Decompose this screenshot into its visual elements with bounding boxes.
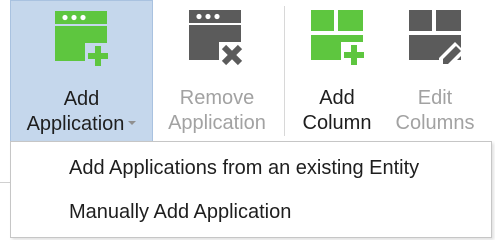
add-column-label-line2: Column <box>302 112 372 134</box>
app-ribbon-window: Add Application Remove Application Add C… <box>0 0 495 240</box>
add-application-label-line2: Application <box>11 112 152 136</box>
remove-application-label-line1: Remove <box>179 87 255 109</box>
remove-application-icon <box>189 10 245 68</box>
dropdown-caret-icon[interactable] <box>128 121 137 126</box>
menu-item-add-from-entity[interactable]: Add Applications from an existing Entity <box>11 146 491 190</box>
ribbon-separator <box>284 6 285 136</box>
add-column-icon <box>311 10 367 68</box>
remove-application-button[interactable]: Remove Application <box>156 0 278 142</box>
menu-item-manually-add[interactable]: Manually Add Application <box>11 190 491 234</box>
add-column-label-line1: Add <box>319 87 355 109</box>
add-application-dropdown-menu: Add Applications from an existing Entity… <box>10 141 492 238</box>
edit-columns-icon <box>409 10 465 68</box>
add-application-label-line1: Add <box>63 88 100 110</box>
edit-columns-label-line2: Columns <box>395 112 475 134</box>
add-column-button[interactable]: Add Column <box>290 0 384 142</box>
ribbon-toolbar: Add Application Remove Application Add C… <box>0 0 495 142</box>
remove-application-label-line2: Application <box>168 112 266 134</box>
add-application-button[interactable]: Add Application <box>10 0 153 142</box>
edit-columns-button[interactable]: Edit Columns <box>385 0 485 142</box>
add-application-icon <box>55 11 111 69</box>
edit-columns-label-line1: Edit <box>417 87 453 109</box>
add-application-label-text: Application <box>26 113 125 135</box>
window-divider <box>0 182 10 183</box>
